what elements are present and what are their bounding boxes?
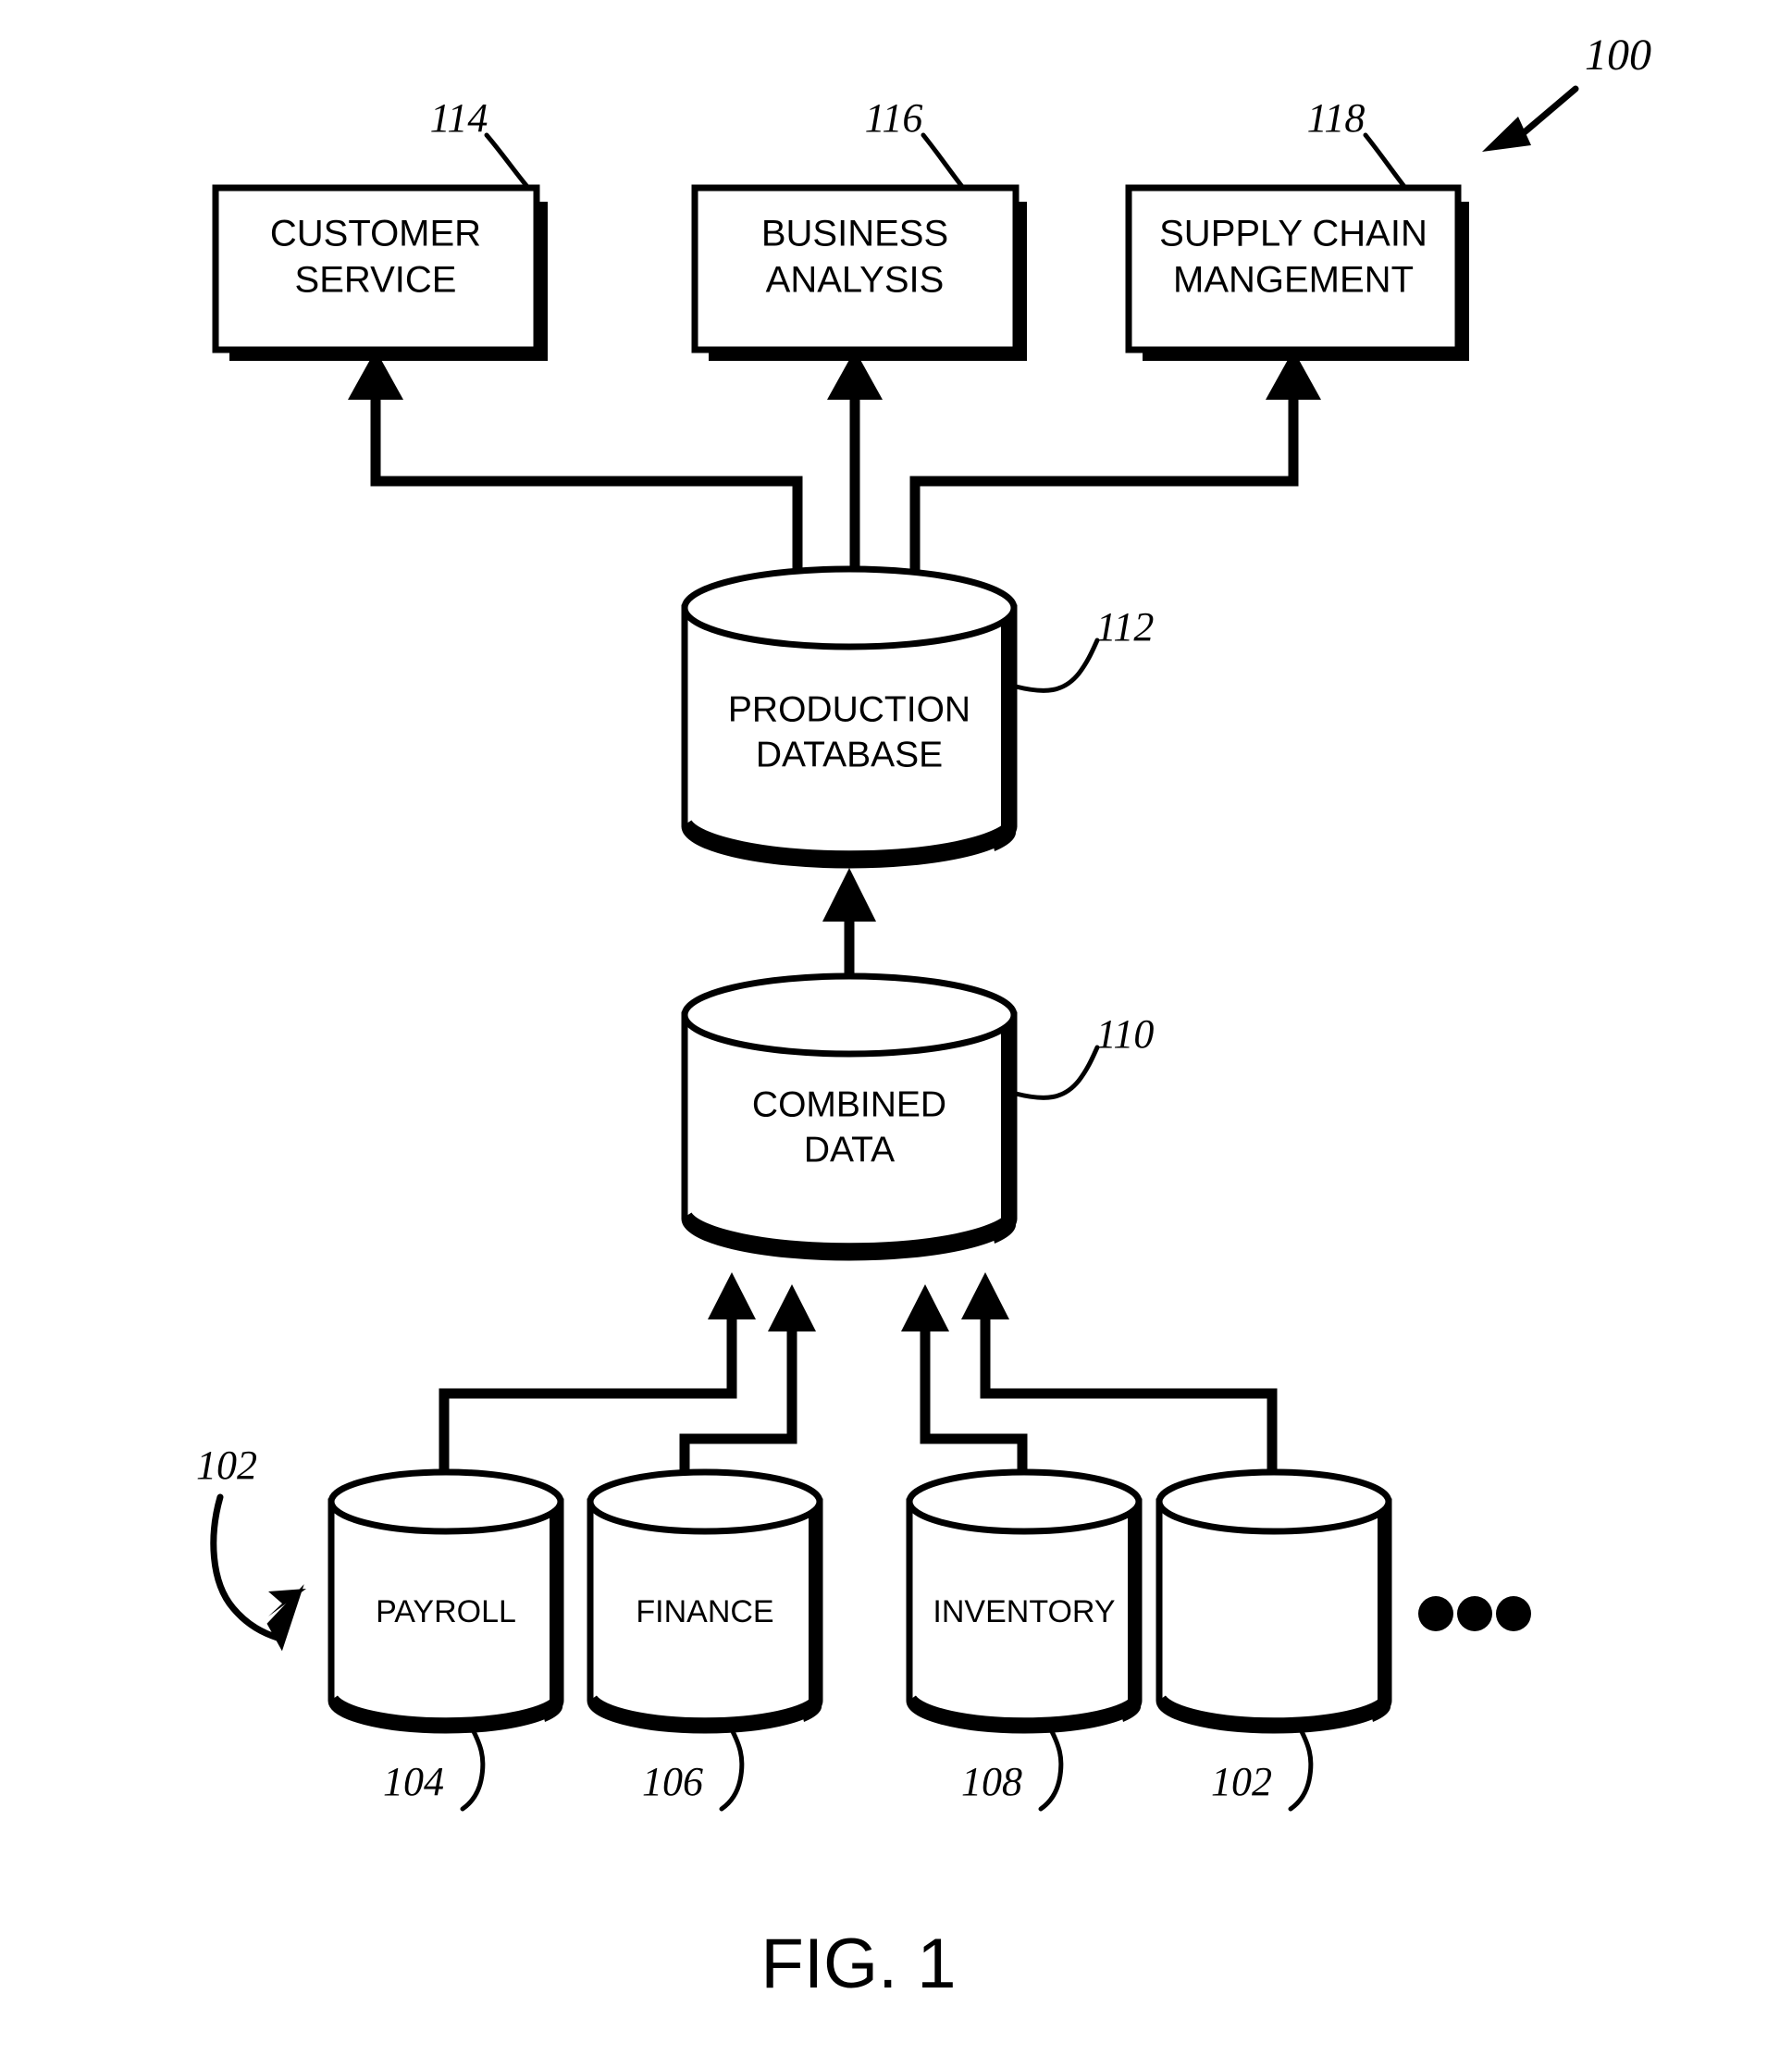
reference-number-106: 106 xyxy=(642,1759,703,1804)
arrowhead-to-production-database xyxy=(822,868,876,922)
consumer-label-line2: MANGEMENT xyxy=(1173,260,1414,301)
connector-combined-to-production xyxy=(822,868,876,988)
consumer-label-line2: SERVICE xyxy=(295,260,457,301)
leader-line-118 xyxy=(1363,132,1408,191)
leader-line-106 xyxy=(719,1720,745,1812)
leader-arrowhead-100 xyxy=(1482,117,1531,152)
cylinder-body xyxy=(1156,1498,1392,1734)
leader-line-102-fourth xyxy=(1288,1720,1314,1812)
source-label: INVENTORY xyxy=(933,1594,1115,1629)
arrowhead-payroll-to-combined xyxy=(708,1272,756,1319)
reference-number-114: 114 xyxy=(430,95,488,141)
reference-number-112: 112 xyxy=(1096,604,1155,650)
consumer-box-supply-chain-mangement[interactable]: SUPPLY CHAIN MANGEMENT xyxy=(1125,184,1469,361)
leader-line-112 xyxy=(1013,638,1100,693)
consumer-label-line1: BUSINESS xyxy=(761,214,948,254)
cylinder-top-ellipse xyxy=(681,972,1018,1058)
leader-line-104 xyxy=(460,1720,486,1812)
arrowhead-fourth-source-to-combined xyxy=(961,1272,1009,1319)
reference-number-116: 116 xyxy=(865,95,923,141)
cylinder-label-line2: DATA xyxy=(804,1130,895,1170)
reference-number-110: 110 xyxy=(1096,1011,1155,1057)
reference-number-100: 100 xyxy=(1585,31,1651,80)
cylinder-label-line1: PRODUCTION xyxy=(728,689,970,729)
consumer-label-line2: ANALYSIS xyxy=(766,260,945,301)
leader-line-108 xyxy=(1038,1720,1064,1812)
figure-canvas: CUSTOMER SERVICE 114 BUSINESS ANALYSIS 1… xyxy=(196,31,1651,2003)
cylinder-label-line1: COMBINED xyxy=(752,1084,946,1124)
leader-line-102-group xyxy=(210,1493,281,1641)
patent-figure-1: CUSTOMER SERVICE 114 BUSINESS ANALYSIS 1… xyxy=(0,0,1792,2068)
reference-number-102-fourth: 102 xyxy=(1211,1759,1272,1804)
system-callout-100: 100 xyxy=(1482,31,1651,152)
ellipsis-dot-1 xyxy=(1418,1596,1453,1631)
reference-number-102-group: 102 xyxy=(196,1443,257,1488)
cylinder-source-payroll[interactable]: PAYROLL xyxy=(328,1468,564,1734)
figure-caption: FIG. 1 xyxy=(760,1925,956,2003)
cylinder-source-finance[interactable]: FINANCE xyxy=(587,1468,823,1734)
source-group-callout-102: 102 xyxy=(196,1443,306,1652)
consumer-box-business-analysis[interactable]: BUSINESS ANALYSIS xyxy=(691,184,1027,361)
source-label: FINANCE xyxy=(636,1594,773,1629)
reference-number-108: 108 xyxy=(961,1759,1022,1804)
reference-number-104: 104 xyxy=(383,1759,444,1804)
cylinder-source-inventory[interactable]: INVENTORY xyxy=(906,1468,1143,1734)
connector-production-to-consumers xyxy=(348,350,1321,576)
arrowhead-finance-to-combined xyxy=(768,1284,816,1331)
consumer-label-line1: CUSTOMER xyxy=(270,214,481,254)
connector-fourth-source-branch xyxy=(980,1295,1278,1480)
cylinder-top-ellipse xyxy=(1156,1468,1392,1535)
consumer-box-customer-service[interactable]: CUSTOMER SERVICE xyxy=(212,184,548,361)
leader-line-116 xyxy=(921,132,966,191)
source-ellipsis xyxy=(1418,1596,1531,1631)
cylinder-production-database[interactable]: PRODUCTION DATABASE xyxy=(681,565,1018,869)
ellipsis-dot-3 xyxy=(1496,1596,1531,1631)
cylinder-top-ellipse xyxy=(681,565,1018,650)
cylinder-source-unlabeled[interactable] xyxy=(1156,1468,1392,1734)
consumer-label-line1: SUPPLY CHAIN xyxy=(1159,214,1427,254)
source-label: PAYROLL xyxy=(376,1594,516,1629)
connector-left-branch xyxy=(370,392,803,574)
leader-line-110 xyxy=(1013,1045,1100,1100)
cylinder-combined-data[interactable]: COMBINED DATA xyxy=(681,972,1018,1261)
leader-line-114 xyxy=(484,132,531,191)
cylinder-label-line2: DATABASE xyxy=(756,735,943,774)
arrowhead-inventory-to-combined xyxy=(901,1284,949,1331)
connector-sources-to-combined xyxy=(439,1272,1278,1480)
connector-right-branch xyxy=(909,392,1299,574)
cylinder-top-ellipse xyxy=(906,1468,1143,1535)
ellipsis-dot-2 xyxy=(1457,1596,1492,1631)
cylinder-top-ellipse xyxy=(328,1468,564,1535)
cylinder-top-ellipse xyxy=(587,1468,823,1535)
reference-number-118: 118 xyxy=(1307,95,1366,141)
